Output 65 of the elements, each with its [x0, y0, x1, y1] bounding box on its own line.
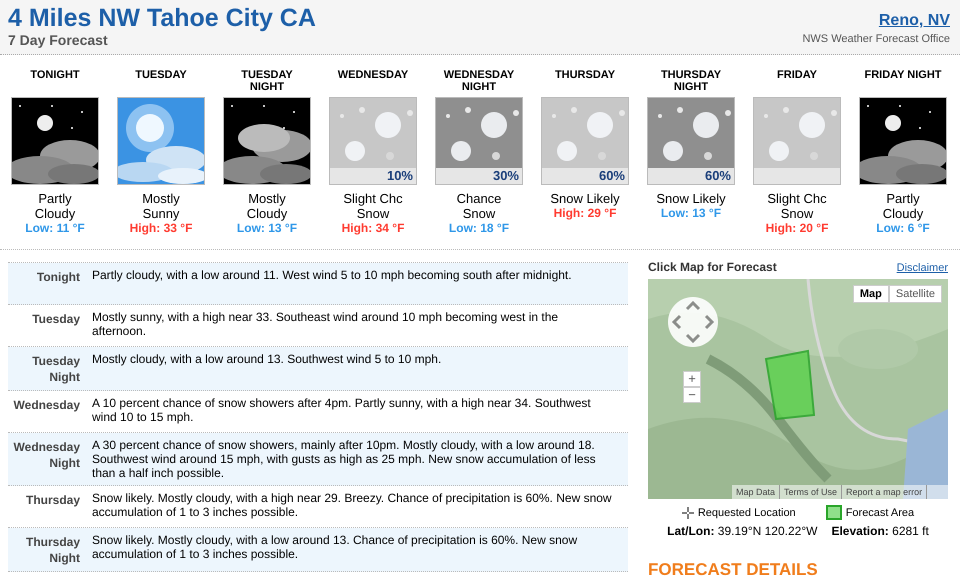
forecast-summary: Slight Chc Snow: [766, 191, 828, 221]
temperature: Low: 11 °F: [25, 221, 85, 235]
row-text: Mostly sunny, with a high near 33. Southeast wind around 10 mph becoming west in the afternoon.: [91, 310, 560, 340]
period-name: TUESDAY NIGHT: [240, 69, 294, 95]
row-label: Wednesday Night: [12, 439, 80, 472]
precip-chance: 60%: [704, 168, 731, 183]
office-label: NWS Weather Forecast Office: [802, 33, 950, 45]
period-name: FRIDAY NIGHT: [864, 69, 942, 83]
row-label: Tonight: [36, 269, 80, 286]
row-label: Wednesday: [12, 397, 80, 414]
temperature: High: 33 °F: [130, 221, 192, 235]
zoom-out-button[interactable]: −: [683, 387, 701, 403]
page-subtitle: 7 Day Forecast: [8, 32, 109, 48]
period-name: TONIGHT: [29, 69, 81, 83]
map-footer-link[interactable]: Terms of Use: [780, 485, 842, 499]
page-title: 4 Miles NW Tahoe City CA: [8, 4, 316, 32]
forecast-summary: Mostly Sunny: [141, 191, 181, 221]
row-text: Snow likely. Mostly cloudy, with a high near 29. Breezy. Chance of precipitation is 60%. New snow accumulation of 1 to 3 inches possible.: [91, 491, 613, 521]
map-type-button[interactable]: Map: [852, 285, 889, 303]
legend-label: Requested Location: [698, 506, 796, 518]
temperature: Low: 13 °F: [660, 206, 722, 220]
temperature: High: 29 °F: [554, 206, 616, 220]
forecast-summary: Partly Cloudy: [882, 191, 924, 221]
period-name: TUESDAY: [134, 69, 188, 83]
elevation-text: Elevation: 6281 ft: [831, 524, 929, 538]
temperature: Low: 6 °F: [876, 221, 930, 235]
forecast-area-swatch: [826, 505, 842, 520]
row-label: Thursday Night: [24, 534, 80, 566]
row-text: Partly cloudy, with a low around 11. West wind 5 to 10 mph becoming south after midnight.: [91, 268, 573, 284]
office-link[interactable]: Reno, NV: [878, 12, 950, 30]
row-text: Mostly cloudy, with a low around 13. Southwest wind 5 to 10 mph.: [91, 352, 442, 368]
temperature: Low: 18 °F: [448, 221, 510, 235]
precip-chance: 30%: [492, 168, 519, 183]
legend-label: Forecast Area: [846, 506, 914, 518]
temperature: Low: 13 °F: [236, 221, 298, 235]
row-text: A 10 percent chance of snow showers after 4pm. Partly sunny, with a high near 34. Southwest wind 10 to 15 mph.: [91, 396, 592, 426]
map-footer-link[interactable]: Report a map error: [842, 485, 928, 499]
zoom-in-button[interactable]: +: [683, 371, 701, 387]
precip-chance: 60%: [598, 168, 625, 183]
row-label: Tuesday: [31, 311, 80, 328]
forecast-summary: Snow Likely: [655, 191, 727, 206]
forecast-summary: Mostly Cloudy: [246, 191, 288, 221]
disclaimer-link[interactable]: Disclaimer: [896, 262, 948, 274]
forecast-summary: Chance Snow: [456, 191, 502, 221]
period-name: FRIDAY: [776, 69, 818, 83]
crosshair-icon: [682, 506, 694, 518]
period-name: THURSDAY: [554, 69, 616, 83]
precip-chance: 10%: [386, 168, 413, 183]
temperature: High: 20 °F: [766, 221, 828, 235]
row-text: A 30 percent chance of snow showers, mainly after 10pm. Mostly cloudy, with a low around 18. Southwest wind around 15 mph, with gusts as high as 25 mph. New snow accumulation of less than a half inch possible.: [91, 438, 597, 480]
row-label: Tuesday Night: [31, 353, 80, 385]
map-type-button[interactable]: Satellite: [888, 285, 942, 303]
row-label: Thursday: [24, 492, 80, 509]
map-footer-link[interactable]: Map Data: [732, 485, 780, 499]
row-text: Snow likely. Mostly cloudy, with a low around 13. Chance of precipitation is 60%. New snow accumulation of 1 to 3 inches possible.: [91, 533, 578, 563]
temperature: High: 34 °F: [342, 221, 404, 235]
period-name: THURSDAY NIGHT: [660, 69, 722, 95]
section-heading: FORECAST DETAILS: [648, 560, 819, 576]
period-name: WEDNESDAY NIGHT: [442, 69, 516, 95]
forecast-summary: Snow Likely: [549, 191, 621, 206]
lat-lon-text: Lat/Lon: 39.19°N 120.22°W: [667, 524, 818, 538]
forecast-summary: Partly Cloudy: [34, 191, 76, 221]
forecast-summary: Slight Chc Snow: [342, 191, 404, 221]
period-name: WEDNESDAY: [336, 69, 410, 83]
map-heading: Click Map for Forecast: [648, 260, 777, 274]
